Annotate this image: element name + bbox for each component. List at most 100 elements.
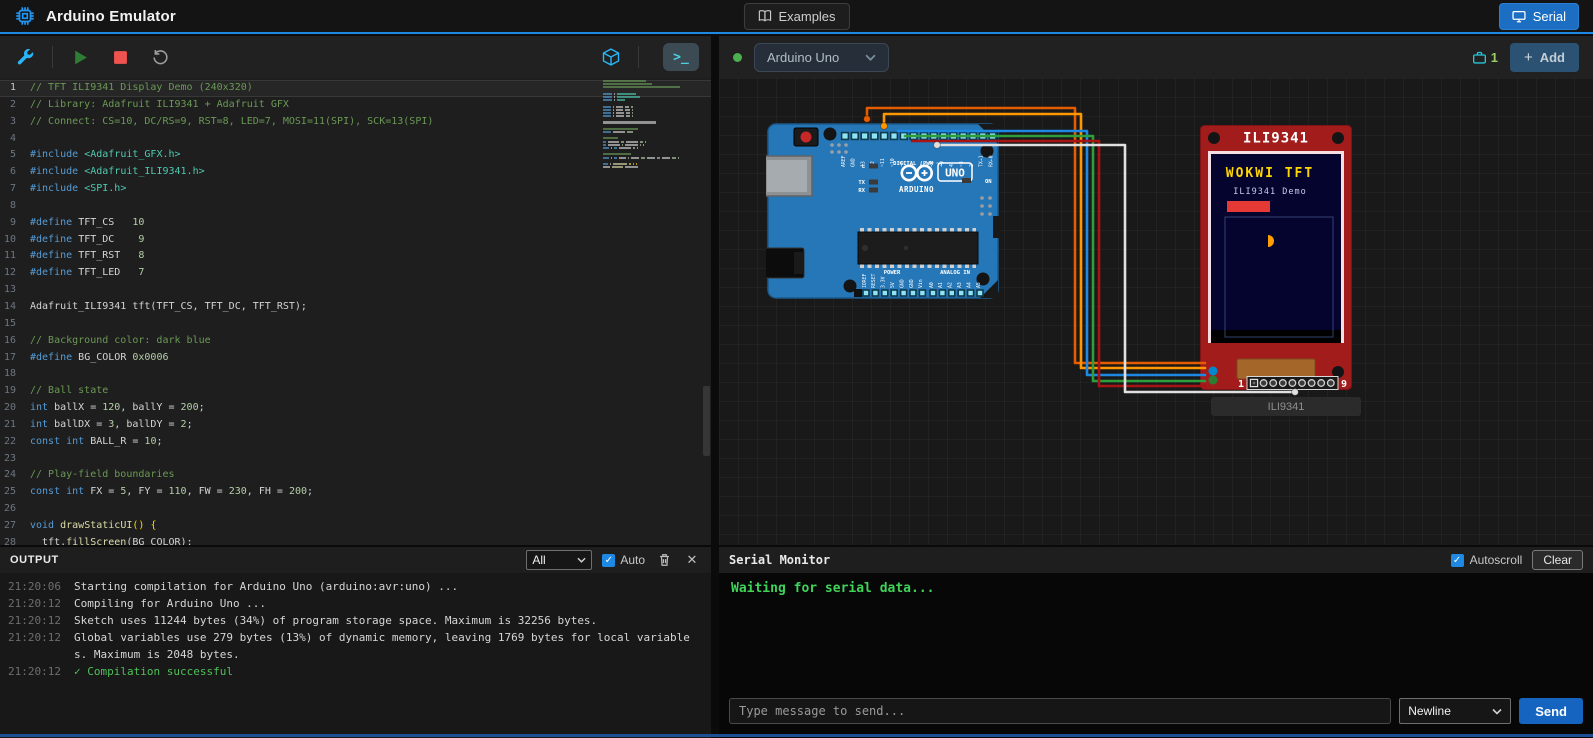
- tft-pin-row[interactable]: [1250, 379, 1334, 386]
- app-window: Arduino Emulator Examples Serial: [0, 0, 1593, 738]
- serial-input-row: Newline Send: [719, 694, 1593, 730]
- code-line[interactable]: 15: [0, 316, 711, 333]
- tx-label: TX: [858, 180, 865, 186]
- arduino-uno-board[interactable]: AREFGND1312~11~10~987~6~54~32TX→1RX←0 DI…: [766, 122, 1000, 300]
- run-button[interactable]: [67, 44, 93, 70]
- code-line[interactable]: 25const int FX = 5, FY = 110, FW = 230, …: [0, 484, 711, 501]
- tft-pad: [1209, 376, 1218, 385]
- tft-pad: [1209, 367, 1218, 376]
- add-part-button[interactable]: + Add: [1510, 43, 1579, 72]
- log-filter-select[interactable]: All: [526, 550, 592, 570]
- code-line[interactable]: 13: [0, 282, 711, 299]
- stop-button[interactable]: [107, 44, 133, 70]
- reset-button[interactable]: [794, 128, 818, 146]
- code-line[interactable]: 7#include <SPI.h>: [0, 181, 711, 198]
- chip-logo-icon: [14, 5, 36, 27]
- terminal-toggle-button[interactable]: >_: [663, 43, 699, 71]
- auto-label: Auto: [620, 553, 645, 567]
- screen-red-rect: [1227, 201, 1270, 212]
- code-line[interactable]: 10#define TFT_DC 9: [0, 232, 711, 249]
- newline-select[interactable]: Newline: [1399, 698, 1511, 724]
- log-row: 21:20:12✓ Compilation successful: [0, 663, 711, 680]
- tft-pin1-label: 1: [1238, 379, 1244, 390]
- rx-label: RX: [858, 188, 865, 194]
- code-line[interactable]: 14Adafruit_ILI9341 tft(TFT_CS, TFT_DC, T…: [0, 299, 711, 316]
- serial-toggle-button[interactable]: Serial: [1499, 3, 1579, 30]
- code-line[interactable]: 20int ballX = 120, ballY = 200;: [0, 400, 711, 417]
- svg-text:A1: A1: [938, 282, 944, 288]
- svg-text:A3: A3: [957, 282, 963, 288]
- tools-wrench-button[interactable]: [12, 44, 38, 70]
- autoscroll-label: Autoscroll: [1470, 553, 1523, 567]
- code-editor[interactable]: 1// TFT ILI9341 Display Demo (240x320)2/…: [0, 78, 711, 545]
- restart-button[interactable]: [147, 44, 173, 70]
- scrollbar-thumb[interactable]: [703, 386, 710, 456]
- svg-text:RX←0: RX←0: [988, 155, 994, 167]
- part-tooltip: ILI9341: [1211, 397, 1361, 416]
- screen-subtitle: ILI9341 Demo: [1233, 187, 1306, 197]
- serial-message-input[interactable]: [729, 698, 1391, 724]
- serial-waiting-text: Waiting for serial data...: [731, 581, 935, 596]
- parts-count[interactable]: 1: [1472, 50, 1498, 65]
- svg-text:3.3V: 3.3V: [881, 276, 887, 288]
- power-label: POWER: [884, 270, 901, 276]
- board-select-value: Arduino Uno: [767, 50, 839, 65]
- log-row: 21:20:12Sketch uses 11244 bytes (34%) of…: [0, 612, 711, 629]
- log-row: 21:20:12Global variables use 279 bytes (…: [0, 629, 711, 663]
- examples-label: Examples: [778, 9, 835, 24]
- toolbar-separator: [52, 46, 53, 68]
- code-line[interactable]: 26: [0, 501, 711, 518]
- code-line[interactable]: 17#define BG_COLOR 0x0006: [0, 350, 711, 367]
- code-line[interactable]: 9#define TFT_CS 10: [0, 215, 711, 232]
- newline-value: Newline: [1408, 704, 1451, 718]
- chevron-down-icon: [1492, 708, 1502, 715]
- diagram-toolbar: Arduino Uno 1 + Add: [719, 36, 1593, 78]
- svg-text:RESET: RESET: [871, 273, 877, 288]
- code-line[interactable]: 19// Ball state: [0, 383, 711, 400]
- parts-count-value: 1: [1491, 50, 1498, 65]
- close-output-button[interactable]: ✕: [683, 551, 701, 569]
- svg-text:Vin: Vin: [918, 279, 924, 288]
- plus-icon: +: [1524, 49, 1533, 66]
- tft-ili9341-display[interactable]: ILI9341 WOKWI TFT ILI9341 Demo 1 9: [1200, 125, 1352, 390]
- serial-header: Serial Monitor ✓ Autoscroll Clear: [719, 547, 1593, 573]
- examples-button[interactable]: Examples: [743, 3, 849, 30]
- code-line[interactable]: 11#define TFT_RST 8: [0, 248, 711, 265]
- log-filter-value: All: [532, 553, 545, 567]
- send-button[interactable]: Send: [1519, 698, 1583, 724]
- svg-text:IOREF: IOREF: [862, 273, 868, 288]
- window-bottom-border: [0, 734, 1593, 737]
- svg-text:~11: ~11: [880, 158, 886, 167]
- monitor-icon: [1512, 10, 1526, 23]
- clear-output-trash-button[interactable]: [655, 551, 673, 569]
- code-line[interactable]: 22const int BALL_R = 10;: [0, 434, 711, 451]
- panel-divider[interactable]: [711, 36, 719, 738]
- clear-serial-button[interactable]: Clear: [1532, 550, 1583, 570]
- code-line[interactable]: 16// Background color: dark blue: [0, 333, 711, 350]
- board-select[interactable]: Arduino Uno: [754, 43, 889, 72]
- code-line[interactable]: 23: [0, 451, 711, 468]
- analog-label: ANALOG IN: [940, 270, 970, 276]
- code-line[interactable]: 18: [0, 366, 711, 383]
- svg-text:A0: A0: [929, 282, 935, 288]
- serial-button-label: Serial: [1533, 9, 1566, 24]
- code-line[interactable]: 12#define TFT_LED 7: [0, 265, 711, 282]
- uno-model-label: UNO: [945, 167, 965, 180]
- code-line[interactable]: 28 tft.fillScreen(BG_COLOR);: [0, 535, 711, 545]
- cube-3d-view-button[interactable]: [598, 44, 624, 70]
- editor-scrollbar[interactable]: [702, 78, 710, 545]
- code-line[interactable]: 8: [0, 198, 711, 215]
- code-line[interactable]: 21int ballDX = 3, ballDY = 2;: [0, 417, 711, 434]
- output-panel: OUTPUT All ✓ Auto ✕: [0, 545, 711, 738]
- autoscroll-checkbox[interactable]: ✓: [1451, 554, 1464, 567]
- auto-checkbox[interactable]: ✓: [602, 554, 615, 567]
- serial-output[interactable]: Waiting for serial data...: [719, 573, 1593, 694]
- svg-text:AREF: AREF: [841, 155, 847, 167]
- diagram-canvas[interactable]: AREFGND1312~11~10~987~6~54~32TX→1RX←0 DI…: [719, 78, 1593, 545]
- output-log[interactable]: 21:20:06Starting compilation for Arduino…: [0, 573, 711, 738]
- svg-text:GND: GND: [909, 279, 915, 288]
- code-line[interactable]: 27void drawStaticUI() {: [0, 518, 711, 535]
- editor-minimap[interactable]: [603, 80, 699, 169]
- svg-text:5V: 5V: [890, 282, 896, 288]
- code-line[interactable]: 24// Play-field boundaries: [0, 467, 711, 484]
